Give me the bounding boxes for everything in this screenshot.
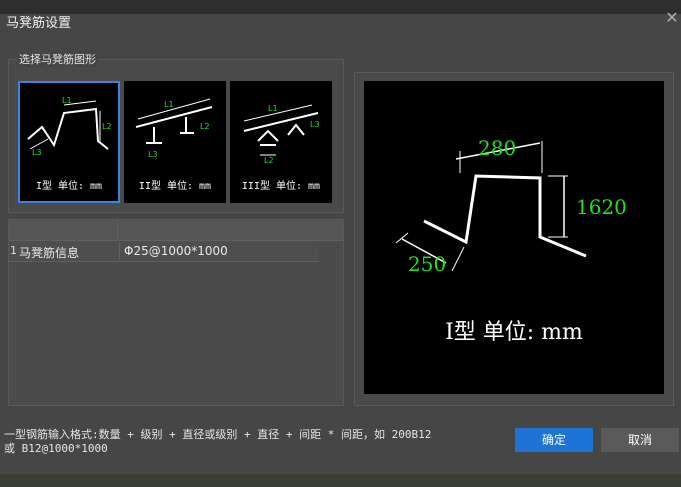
type-1-label-l2: L2 — [102, 122, 112, 131]
shape-group-label: 选择马凳筋图形 — [17, 51, 98, 67]
background-strip-top — [0, 0, 681, 14]
type-3-caption: III型 单位: mm — [241, 181, 321, 192]
type-1-label-l1: L1 — [62, 96, 72, 105]
shape-option-type-1[interactable]: L1 L2 L3 I型 单位: mm — [18, 81, 120, 203]
type-2-label-l2: L2 — [200, 122, 210, 131]
type-1-large-diagram: 280 1620 250 I型 单位: mm — [395, 136, 627, 345]
table-row: 1 马凳筋信息 Φ25@1000*1000 — [9, 241, 319, 262]
preview-dim-top: 280 — [478, 136, 516, 160]
hint-line-2: 或 B12@1000*1000 — [4, 442, 108, 455]
property-table: 1 马凳筋信息 Φ25@1000*1000 — [8, 219, 344, 406]
type-2-label-l1: L1 — [164, 100, 174, 109]
type-3-label-l2: L2 — [264, 156, 274, 165]
preview-dim-right: 1620 — [576, 195, 627, 219]
ok-button[interactable]: 确定 — [515, 428, 593, 452]
type-3-label-l1: L1 — [268, 104, 278, 113]
input-format-hint: 一型钢筋输入格式:数量 + 级别 + 直径或级别 + 直径 + 间距 * 间距，… — [4, 428, 484, 456]
shape-option-type-3[interactable]: L1 L3 L2 III型 单位: mm — [230, 81, 332, 203]
type-2-caption: II型 单位: mm — [138, 181, 212, 192]
rebar-spec-input[interactable]: Φ25@1000*1000 — [119, 242, 322, 260]
type-3-label-l3: L3 — [310, 120, 320, 129]
row-index: 1 — [10, 244, 17, 257]
close-icon[interactable]: ✕ — [664, 10, 680, 26]
hint-line-1: 一型钢筋输入格式:数量 + 级别 + 直径或级别 + 直径 + 间距 * 间距，… — [4, 428, 432, 441]
background-strip-bottom — [0, 474, 681, 487]
cancel-button[interactable]: 取消 — [601, 428, 679, 452]
preview-dim-left: 250 — [408, 252, 446, 276]
shape-option-type-2[interactable]: L1 L2 L3 II型 单位: mm — [124, 81, 226, 203]
type-1-label-l3: L3 — [32, 148, 42, 157]
preview-canvas: 280 1620 250 I型 单位: mm — [364, 81, 664, 394]
row-name: 马凳筋信息 — [19, 246, 80, 260]
preview-caption: I型 单位: mm — [445, 320, 583, 345]
table-header — [9, 220, 343, 241]
dialog-title: 马凳筋设置 — [6, 16, 72, 31]
type-1-caption: I型 单位: mm — [35, 181, 103, 192]
type-2-label-l3: L3 — [148, 150, 158, 159]
